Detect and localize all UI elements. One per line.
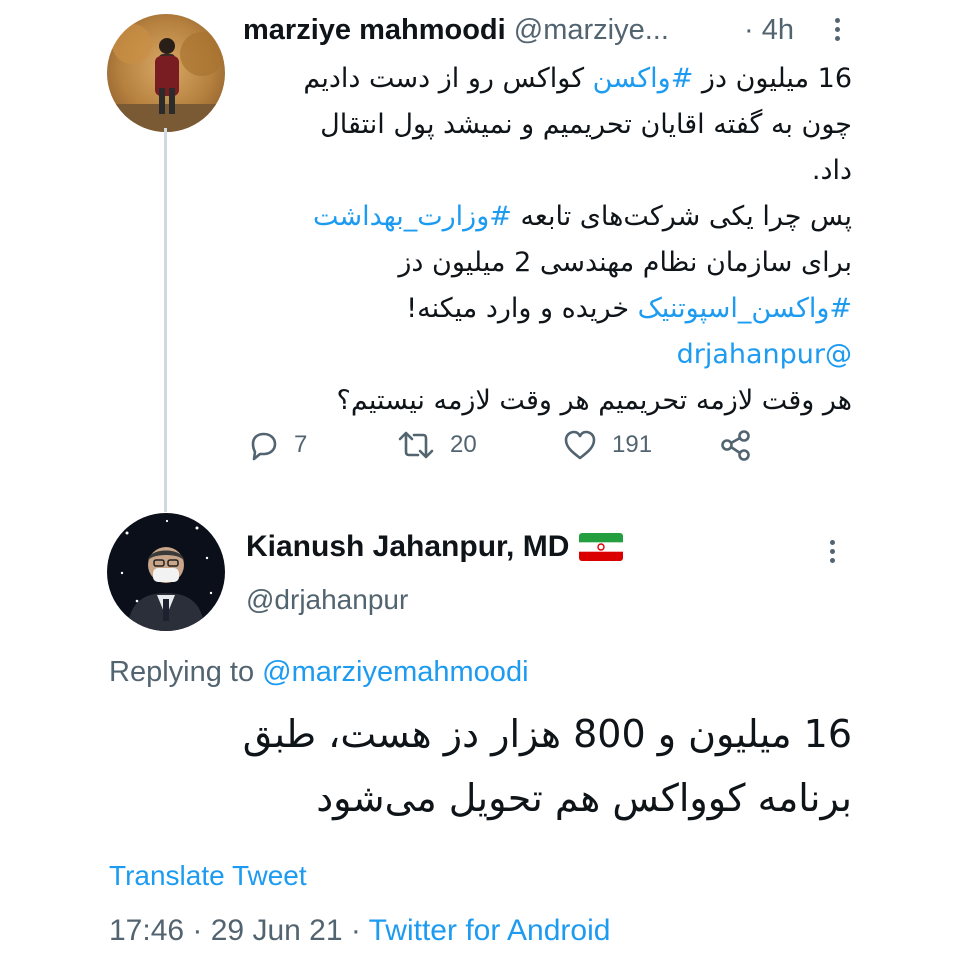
tweet1-text-segment: هر وقت لازمه تحریمیم هر وقت لازمه نیستیم…	[336, 385, 852, 416]
retweet-icon	[398, 431, 434, 459]
tweet1-time[interactable]: · 4h	[744, 14, 794, 47]
tweet1-author-handle[interactable]: @marziye...	[514, 14, 669, 46]
hashtag-link[interactable]: #وزارت_بهداشت	[313, 201, 512, 232]
tweet2-text-line: 16 میلیون و 800 هزار دز هست، طبق	[242, 712, 852, 756]
tweet2-author[interactable]: Kianush Jahanpur, MD	[246, 530, 624, 564]
tweet2-author-handle[interactable]: @drjahanpur	[246, 584, 408, 616]
tweet1-text-line: پس چرا یکی شرکت‌های تابعه #وزارت_بهداشت	[240, 194, 852, 240]
reply-icon	[251, 432, 277, 461]
like-icon	[564, 430, 596, 460]
tweet2-source[interactable]: Twitter for Android	[369, 914, 611, 947]
reply-action[interactable]: 7	[246, 428, 307, 462]
tweet2-meta: 17:46 · 29 Jun 21 · Twitter for Android	[109, 914, 610, 948]
thread-connector-line	[164, 128, 167, 512]
tweet2-author-name[interactable]: Kianush Jahanpur, MD	[246, 530, 569, 564]
retweet-count: 20	[450, 431, 477, 458]
tweet1-text-line: برای سازمان نظام مهندسی 2 میلیون دز	[240, 240, 852, 286]
replying-to: Replying to @marziyemahmoodi	[109, 656, 529, 689]
retweet-action[interactable]: 20	[396, 428, 477, 462]
avatar-drjahanpur[interactable]	[107, 513, 225, 631]
iran-flag-icon	[579, 533, 624, 561]
tweet1-text-segment: چون به گفته اقایان تحریمیم و نمیشد پول ا…	[320, 109, 852, 140]
hashtag-link[interactable]: #واکسن	[593, 63, 694, 94]
tweet1-text-segment: داد.	[811, 155, 852, 186]
like-count: 191	[612, 431, 653, 458]
share-icon	[721, 430, 750, 461]
like-action[interactable]: 191	[562, 428, 652, 462]
replying-to-handle[interactable]: @marziyemahmoodi	[262, 656, 528, 688]
avatar-photo-portrait	[107, 513, 225, 631]
avatar-marziye[interactable]	[107, 14, 225, 132]
replying-to-label: Replying to	[109, 656, 255, 688]
tweet1-text: 16 میلیون دز #واکسن کواکس رو از دست دادی…	[240, 56, 852, 424]
tweet1-text-segment: کواکس رو از دست دادیم	[303, 63, 593, 94]
tweet1-text-line: @drjahanpur	[240, 332, 852, 378]
tweet1-text-segment: خریده و وارد میکنه!	[406, 293, 638, 324]
tweet1-text-line: 16 میلیون دز #واکسن کواکس رو از دست دادی…	[240, 56, 852, 102]
share-action[interactable]	[718, 428, 754, 462]
avatar-photo-autumn	[107, 14, 225, 132]
tweet2-timestamp[interactable]: 17:46 · 29 Jun 21 ·	[109, 914, 361, 947]
tweet1-text-line: #واکسن_اسپوتنیک خریده و وارد میکنه!	[240, 286, 852, 332]
tweet1-text-segment: 16 میلیون دز	[693, 63, 852, 94]
tweet1-time-value[interactable]: 4h	[762, 14, 794, 46]
tweet1-text-line: هر وقت لازمه تحریمیم هر وقت لازمه نیستیم…	[240, 378, 852, 424]
tweet1-text-segment: برای سازمان نظام مهندسی 2 میلیون دز	[398, 247, 852, 278]
tweet1-text-segment: پس چرا یکی شرکت‌های تابعه	[511, 201, 852, 232]
tweet1-text-line: داد.	[240, 148, 852, 194]
tweet2-text: 16 میلیون و 800 هزار دز هست، طبق برنامه …	[110, 702, 852, 830]
mention-link[interactable]: @drjahanpur	[677, 339, 852, 370]
more-icon[interactable]	[830, 540, 836, 567]
tweet1-actions: 7 20 191	[246, 428, 766, 468]
more-icon[interactable]	[835, 18, 841, 45]
translate-tweet-link[interactable]: Translate Tweet	[109, 860, 307, 892]
tweet2-text-line: برنامه کوواکس هم تحویل می‌شود	[316, 776, 852, 820]
tweet1-author[interactable]: marziye mahmoodi @marziye...	[243, 14, 669, 47]
tweet1-time-separator: ·	[744, 14, 754, 46]
hashtag-link[interactable]: #واکسن_اسپوتنیک	[638, 293, 852, 324]
tweet1-text-line: چون به گفته اقایان تحریمیم و نمیشد پول ا…	[240, 102, 852, 148]
reply-count: 7	[294, 431, 308, 458]
tweet1-author-name[interactable]: marziye mahmoodi	[243, 14, 506, 46]
